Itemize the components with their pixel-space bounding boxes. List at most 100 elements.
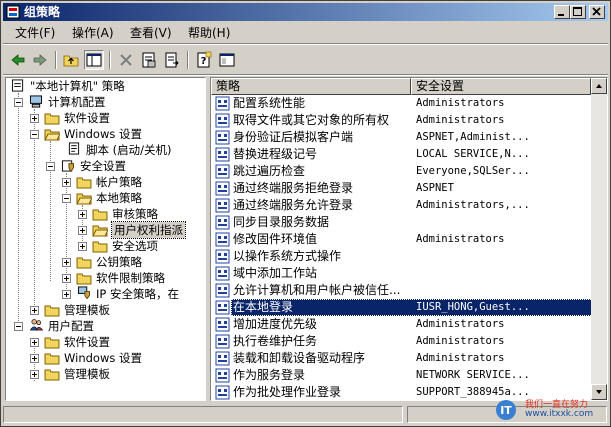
policy-name: 取得文件或其它对象的所有权: [233, 113, 390, 127]
security-shield-icon: [61, 160, 75, 172]
collapse-toggle[interactable]: [14, 98, 23, 107]
close-button[interactable]: [589, 5, 605, 19]
delete-icon[interactable]: [116, 50, 136, 70]
help-icon[interactable]: ?: [194, 50, 214, 70]
tree-label: 安全选项: [112, 239, 158, 253]
policy-icon: [215, 147, 230, 162]
policy-row[interactable]: 替换进程级记号 LOCAL SERVICE,N...: [211, 146, 591, 163]
policy-icon: [215, 113, 230, 128]
script-icon: [68, 142, 80, 155]
collapse-toggle[interactable]: [14, 322, 23, 331]
policy-row[interactable]: 取得文件或其它对象的所有权 Administrators: [211, 112, 591, 129]
status-cell: [3, 406, 403, 423]
up-folder-icon[interactable]: [61, 50, 81, 70]
policy-setting: ASPNET: [416, 182, 454, 194]
menu-help[interactable]: 帮助(H): [188, 26, 230, 40]
policy-icon: [215, 130, 230, 145]
tree-label: 帐户策略: [96, 175, 142, 189]
policy-row[interactable]: 跳过遍历检查 Everyone,SQLSer...: [211, 163, 591, 180]
policy-name: 作为服务登录: [233, 368, 306, 382]
policy-row[interactable]: 装载和卸载设备驱动程序 Administrators: [211, 350, 591, 367]
minimize-button[interactable]: [554, 5, 570, 19]
policy-row[interactable]: 通过终端服务拒绝登录 ASPNET: [211, 180, 591, 197]
toolbar-separator: [187, 51, 189, 69]
expand-toggle[interactable]: [30, 338, 39, 347]
policy-setting: NETWORK SERVICE...: [416, 369, 530, 381]
folder-icon: [44, 337, 60, 349]
policy-icon: [215, 198, 230, 213]
expand-toggle[interactable]: [78, 210, 87, 219]
expand-toggle[interactable]: [30, 306, 39, 315]
policy-name: 在本地登录: [233, 300, 294, 314]
svg-text:IT: IT: [500, 404, 512, 417]
expand-toggle[interactable]: [62, 178, 71, 187]
column-header-policy[interactable]: 策略: [211, 78, 411, 95]
expand-toggle[interactable]: [62, 290, 71, 299]
folder-icon: [92, 209, 108, 221]
vertical-scrollbar[interactable]: [591, 78, 607, 400]
expand-toggle[interactable]: [78, 226, 87, 235]
policy-row[interactable]: 作为服务登录 NETWORK SERVICE...: [211, 367, 591, 384]
policy-setting: Everyone,SQLSer...: [416, 165, 530, 177]
properties-icon[interactable]: [139, 50, 159, 70]
policy-row[interactable]: 同步目录服务数据: [211, 214, 591, 231]
policy-icon: [215, 300, 230, 315]
expand-toggle[interactable]: [30, 354, 39, 363]
expand-toggle[interactable]: [30, 114, 39, 123]
maximize-button[interactable]: [570, 5, 586, 19]
policy-row[interactable]: 增加进度优先级 Administrators: [211, 316, 591, 333]
tree-line: [18, 93, 19, 329]
users-icon: [29, 319, 44, 331]
open-folder-icon: [76, 193, 92, 205]
column-header-setting[interactable]: 安全设置: [411, 78, 591, 95]
policy-name: 允许计算机和用户帐户被信任...: [233, 283, 401, 297]
policy-row[interactable]: 允许计算机和用户帐户被信任...: [211, 282, 591, 299]
group-policy-app-icon: [6, 5, 20, 19]
collapse-toggle[interactable]: [62, 194, 71, 203]
watermark: IT 我们一直在努力 www.itxxk.com: [495, 397, 607, 423]
policy-setting: Administrators: [416, 97, 505, 109]
policy-row[interactable]: 域中添加工作站: [211, 265, 591, 282]
scroll-up-button[interactable]: [591, 78, 607, 94]
policy-name: 修改固件环境值: [233, 232, 318, 246]
watermark-line2: www.itxxk.com: [525, 409, 594, 419]
title-bar[interactable]: 组策略: [3, 3, 608, 21]
policy-name: 增加进度优先级: [233, 317, 318, 331]
tree-line: [34, 109, 35, 313]
toolbar-separator-line: [3, 74, 608, 76]
tree-label: IP 安全策略，在: [96, 287, 179, 301]
back-arrow-icon[interactable]: [8, 50, 28, 70]
watermark-logo-icon: IT: [496, 400, 516, 420]
policy-setting: Administrators: [416, 318, 505, 330]
tree-pane[interactable]: "本地计算机" 策略 计算机配置 软件设置 Windows 设置 脚本 (启动/…: [5, 77, 206, 401]
policy-row[interactable]: 修改固件环境值 Administrators: [211, 231, 591, 248]
policy-name: 作为批处理作业登录: [233, 385, 342, 399]
expand-toggle[interactable]: [78, 242, 87, 251]
policy-row[interactable]: 身份验证后模拟客户端 ASPNET,Administ...: [211, 129, 591, 146]
collapse-toggle[interactable]: [46, 162, 55, 171]
expand-toggle[interactable]: [62, 274, 71, 283]
menu-action[interactable]: 操作(A): [72, 26, 114, 40]
export-list-icon[interactable]: [162, 50, 182, 70]
menu-file[interactable]: 文件(F): [15, 26, 55, 40]
policy-row[interactable]: 配置系统性能 Administrators: [211, 95, 591, 112]
policy-setting: Administrators: [416, 114, 505, 126]
forward-arrow-icon[interactable]: [30, 50, 50, 70]
tree-label: 用户配置: [48, 319, 94, 333]
folder-icon: [92, 241, 108, 253]
expand-toggle[interactable]: [62, 258, 71, 267]
show-hide-tree-icon[interactable]: [84, 50, 104, 70]
menu-view[interactable]: 查看(V): [130, 26, 172, 40]
policy-row[interactable]: 执行卷维护任务 Administrators: [211, 333, 591, 350]
policy-row[interactable]: 通过终端服务允许登录 Administrators,...: [211, 197, 591, 214]
show-console-icon[interactable]: [217, 50, 237, 70]
policy-row[interactable]: 在本地登录 IUSR_HONG,Guest...: [211, 299, 599, 316]
policy-icon: [215, 317, 230, 332]
tree-label: 审核策略: [112, 207, 158, 221]
collapse-toggle[interactable]: [30, 130, 39, 139]
policy-list-pane[interactable]: 策略 安全设置 配置系统性能 Administrators 取得文件或其它对象的所有…: [210, 77, 608, 401]
expand-toggle[interactable]: [30, 370, 39, 379]
policy-row[interactable]: 以操作系统方式操作: [211, 248, 591, 265]
policy-icon: [215, 266, 230, 281]
tree-label: 管理模板: [64, 367, 110, 381]
